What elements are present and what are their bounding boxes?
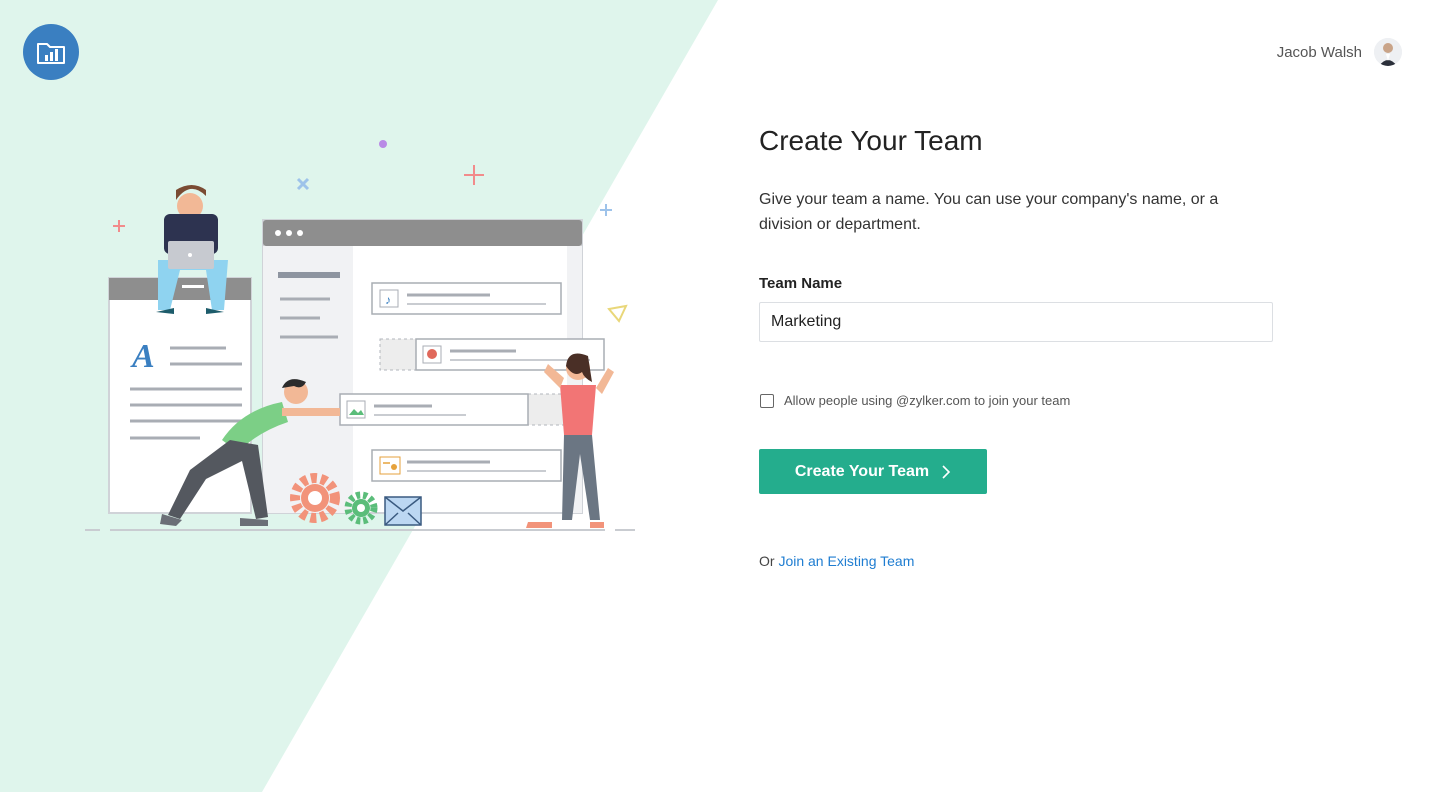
allow-domain-checkbox[interactable] [760, 393, 774, 408]
svg-text:♪: ♪ [385, 293, 391, 307]
team-name-input[interactable] [759, 302, 1273, 342]
svg-text:A: A [130, 338, 155, 375]
join-existing-row: Or Join an Existing Team [759, 553, 1279, 569]
user-avatar[interactable] [1374, 38, 1402, 66]
allow-domain-row: Allow people using @zylker.com to join y… [759, 393, 1279, 408]
join-prefix: Or [759, 553, 775, 569]
join-existing-team-link[interactable]: Join an Existing Team [778, 553, 914, 569]
create-team-button-label: Create Your Team [794, 462, 930, 480]
chevron-right-icon [942, 464, 951, 479]
team-illustration: A ♪ [85, 140, 635, 531]
user-name: Jacob Walsh [1276, 43, 1362, 61]
team-name-label: Team Name [759, 275, 843, 292]
allow-domain-label[interactable]: Allow people using @zylker.com to join y… [784, 393, 1070, 408]
user-menu[interactable]: Jacob Walsh [1277, 38, 1402, 66]
page-description: Give your team a name. You can use your … [759, 191, 1219, 233]
create-team-button[interactable]: Create Your Team [759, 449, 987, 494]
app-logo[interactable] [23, 24, 79, 80]
page-title: Create Your Team [759, 125, 983, 156]
create-team-form: Create Your Team Give your team a name. … [759, 125, 1279, 569]
folder-chart-icon [37, 43, 65, 64]
